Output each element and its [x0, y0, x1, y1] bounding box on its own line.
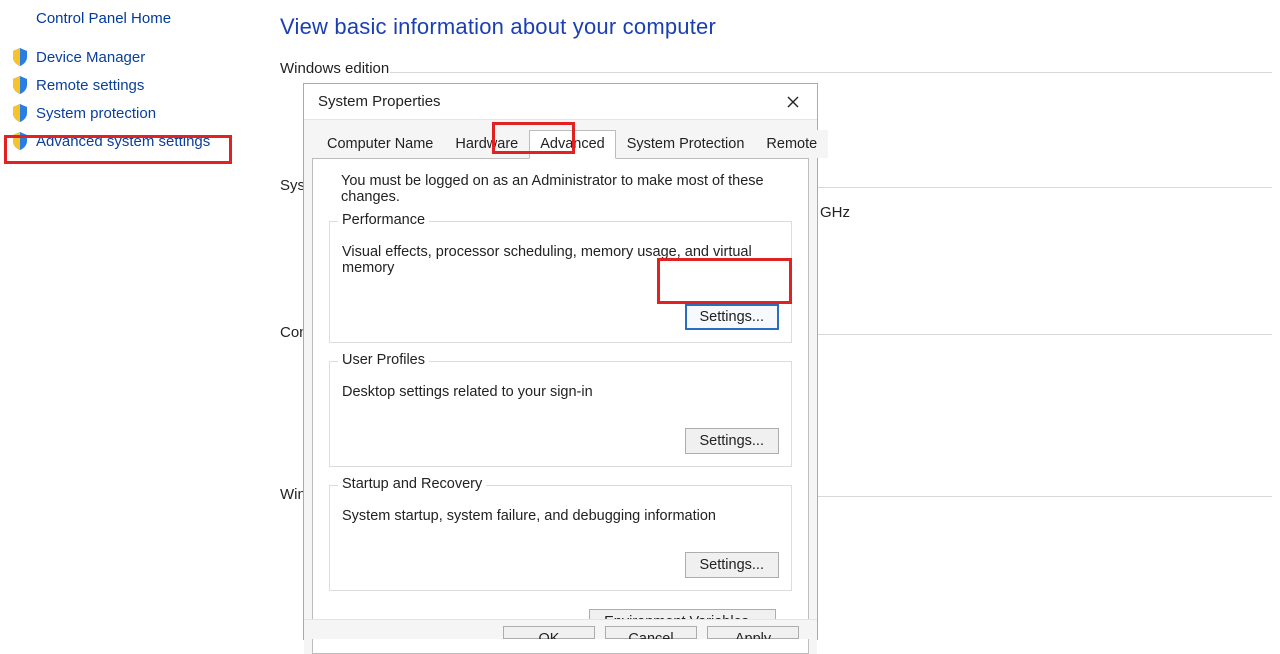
performance-settings-button[interactable]: Settings... — [685, 304, 779, 330]
group-legend-profiles: User Profiles — [338, 352, 429, 368]
sidebar: Control Panel Home Device Manager Remote… — [0, 0, 260, 155]
sidebar-item-device-manager[interactable]: Device Manager — [0, 43, 260, 71]
main-content: View basic information about your comput… — [280, 0, 1280, 77]
shield-icon — [12, 104, 28, 122]
startup-settings-button[interactable]: Settings... — [685, 552, 779, 578]
sidebar-item-label: System protection — [36, 105, 156, 122]
sidebar-item-system-protection[interactable]: System protection — [0, 99, 260, 127]
tab-remote[interactable]: Remote — [755, 130, 828, 158]
divider — [390, 72, 1272, 73]
cancel-button[interactable]: Cancel — [605, 626, 697, 639]
group-desc-profiles: Desktop settings related to your sign-in — [342, 384, 779, 400]
dialog-titlebar: System Properties — [304, 84, 817, 120]
admin-note: You must be logged on as an Administrato… — [329, 173, 792, 205]
group-desc-startup: System startup, system failure, and debu… — [342, 508, 779, 524]
group-user-profiles: User Profiles Desktop settings related t… — [329, 361, 792, 467]
page-heading: View basic information about your comput… — [280, 14, 1280, 40]
close-icon — [787, 96, 799, 108]
system-properties-dialog: System Properties Computer Name Hardware… — [303, 83, 818, 640]
shield-icon — [12, 76, 28, 94]
control-panel-home-link[interactable]: Control Panel Home — [0, 6, 260, 43]
shield-icon — [12, 48, 28, 66]
tabstrip: Computer Name Hardware Advanced System P… — [312, 130, 809, 159]
sidebar-item-label: Advanced system settings — [36, 133, 210, 150]
apply-button[interactable]: Apply — [707, 626, 799, 639]
section-windows-edition: Windows edition — [280, 60, 1280, 77]
close-button[interactable] — [773, 87, 813, 117]
dialog-title: System Properties — [318, 93, 441, 110]
group-legend-performance: Performance — [338, 212, 429, 228]
tab-panel-advanced: You must be logged on as an Administrato… — [312, 159, 809, 654]
sidebar-item-label: Remote settings — [36, 77, 144, 94]
group-desc-performance: Visual effects, processor scheduling, me… — [342, 244, 779, 276]
profiles-settings-button[interactable]: Settings... — [685, 428, 779, 454]
sidebar-item-advanced-system-settings[interactable]: Advanced system settings — [0, 127, 260, 155]
group-performance: Performance Visual effects, processor sc… — [329, 221, 792, 343]
tab-advanced[interactable]: Advanced — [529, 130, 616, 159]
tab-hardware[interactable]: Hardware — [444, 130, 529, 158]
dialog-button-row: OK Cancel Apply — [304, 619, 817, 639]
bg-text-ghz: GHz — [820, 204, 1280, 221]
sidebar-item-remote-settings[interactable]: Remote settings — [0, 71, 260, 99]
tab-system-protection[interactable]: System Protection — [616, 130, 756, 158]
sidebar-item-label: Device Manager — [36, 49, 145, 66]
group-legend-startup: Startup and Recovery — [338, 476, 486, 492]
ok-button[interactable]: OK — [503, 626, 595, 639]
tab-computer-name[interactable]: Computer Name — [316, 130, 444, 158]
group-startup-recovery: Startup and Recovery System startup, sys… — [329, 485, 792, 591]
shield-icon — [12, 132, 28, 150]
